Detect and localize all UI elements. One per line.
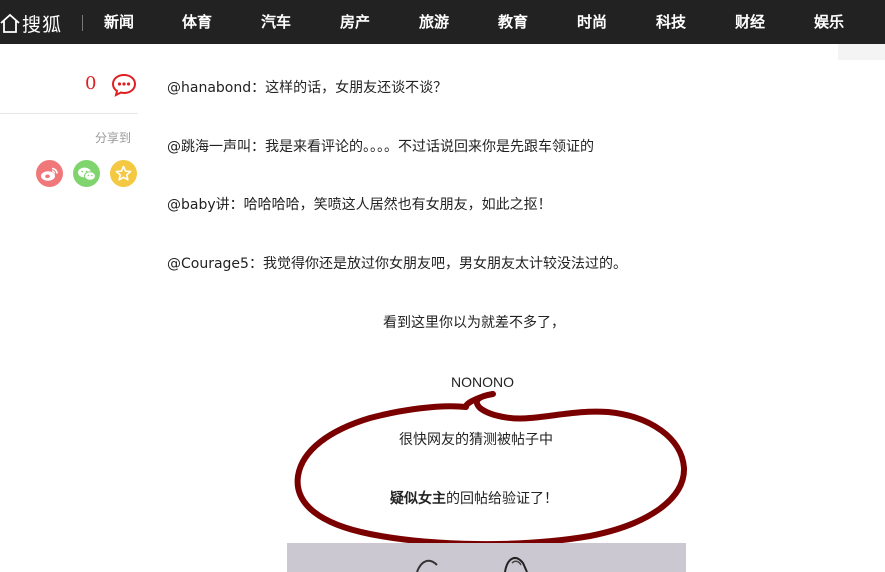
nav-education[interactable]: 教育 (498, 13, 528, 31)
share-wechat-button[interactable] (73, 160, 100, 187)
circle-text-1: 很快网友的猜测被帖子中 (399, 432, 553, 448)
comment-line-3: @baby讲：哈哈哈哈，笑喷这人居然也有女朋友，如此之抠！ (167, 197, 552, 213)
logo-divider (82, 15, 83, 31)
comment-bubble-icon[interactable] (111, 73, 137, 97)
nav-travel[interactable]: 旅游 (419, 13, 449, 31)
comment-line-1: @hanabond：这样的话，女朋友还谈不谈？ (167, 80, 448, 96)
think-line: 看到这里你以为就差不多了， (383, 315, 565, 331)
nav-house[interactable]: 房产 (340, 13, 370, 31)
sohu-logo[interactable]: 搜狐 (0, 10, 62, 36)
article-image (287, 543, 686, 572)
comment-line-4: @Courage5：我觉得你还是放过你女朋友吧，男女朋友太计较没法过的。 (167, 256, 627, 272)
favorite-icon (115, 165, 132, 181)
nav-entertainment[interactable]: 娱乐 (814, 13, 844, 31)
wechat-icon (77, 167, 96, 181)
share-label: 分享到 (95, 131, 132, 145)
nav-sports[interactable]: 体育 (182, 13, 212, 31)
comment-line-2: @跳海一声叫：我是来看评论的。。。。不过话说回来你是先跟车领证的 (167, 139, 594, 155)
circle-text-bold: 疑似女主 (390, 491, 446, 507)
right-panel-edge (838, 44, 885, 60)
circle-text-2: 疑似女主的回帖给验证了！ (390, 490, 558, 508)
logo-text: 搜狐 (22, 13, 63, 36)
nav-auto[interactable]: 汽车 (261, 13, 291, 31)
home-icon (0, 13, 20, 33)
image-sketch (287, 543, 686, 572)
top-nav-bar: 搜狐 新闻 体育 汽车 房产 旅游 教育 时尚 科技 财经 娱乐 (0, 0, 885, 44)
share-weibo-button[interactable] (36, 160, 63, 187)
circle-text-rest: 的回帖给验证了！ (446, 491, 558, 507)
nav-fashion[interactable]: 时尚 (577, 13, 607, 31)
nav-tech[interactable]: 科技 (656, 13, 686, 31)
nav-news[interactable]: 新闻 (104, 13, 134, 31)
hand-drawn-circle (294, 391, 688, 548)
nav-finance[interactable]: 财经 (735, 13, 765, 31)
sidebar-divider (0, 113, 138, 114)
weibo-icon (41, 167, 58, 181)
comment-count[interactable]: 0 (85, 74, 96, 94)
share-favorite-button[interactable] (110, 160, 137, 187)
